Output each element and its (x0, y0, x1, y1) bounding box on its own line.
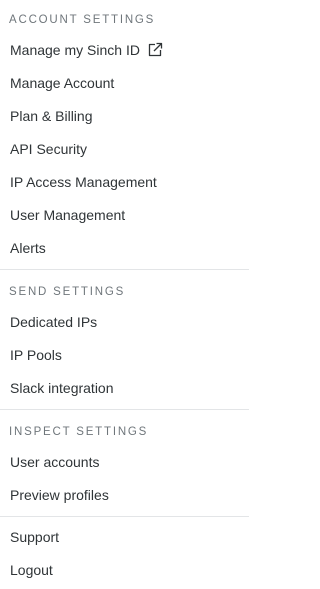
account-settings-header: ACCOUNT SETTINGS (9, 14, 156, 26)
manage-sinch-id-link[interactable]: Manage my Sinch ID (10, 41, 163, 59)
dedicated-ips-link[interactable]: Dedicated IPs (10, 313, 97, 331)
ip-pools-link[interactable]: IP Pools (10, 346, 62, 364)
preview-profiles-link[interactable]: Preview profiles (10, 486, 109, 504)
divider (0, 409, 249, 410)
user-management-link[interactable]: User Management (10, 206, 125, 224)
alerts-link[interactable]: Alerts (10, 239, 46, 257)
plan-billing-link[interactable]: Plan & Billing (10, 107, 93, 125)
logout-link[interactable]: Logout (10, 561, 53, 579)
inspect-settings-header: INSPECT SETTINGS (9, 426, 149, 438)
external-link-icon (148, 42, 163, 57)
divider (0, 516, 249, 517)
ip-access-management-link[interactable]: IP Access Management (10, 173, 157, 191)
api-security-link[interactable]: API Security (10, 140, 87, 158)
send-settings-header: SEND SETTINGS (9, 286, 126, 298)
divider (0, 269, 249, 270)
manage-account-link[interactable]: Manage Account (10, 74, 114, 92)
user-accounts-link[interactable]: User accounts (10, 453, 99, 471)
support-link[interactable]: Support (10, 528, 59, 546)
slack-integration-link[interactable]: Slack integration (10, 379, 114, 397)
manage-sinch-id-label: Manage my Sinch ID (10, 42, 140, 58)
